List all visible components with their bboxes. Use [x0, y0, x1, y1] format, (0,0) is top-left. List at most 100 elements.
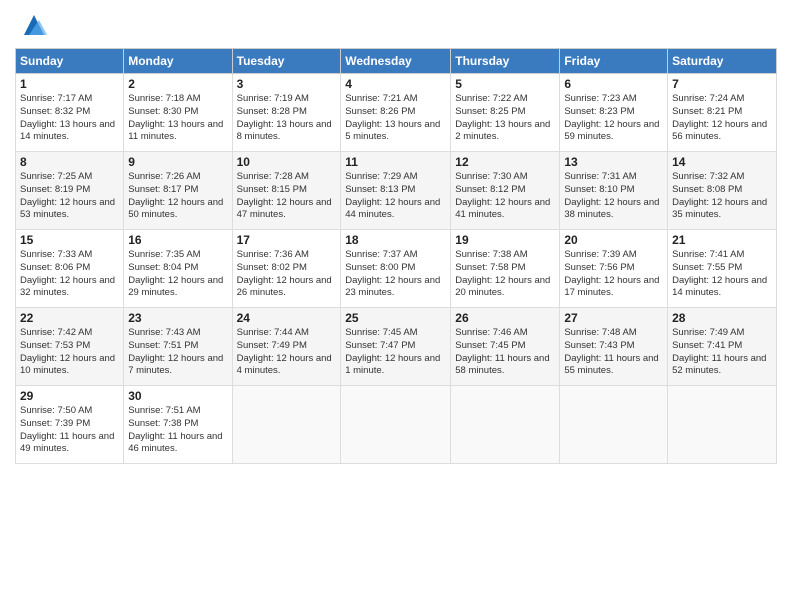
day-info: Sunrise: 7:48 AMSunset: 7:43 PMDaylight:… [564, 327, 663, 378]
col-saturday: Saturday [668, 49, 777, 74]
day-info: Sunrise: 7:46 AMSunset: 7:45 PMDaylight:… [455, 327, 555, 378]
calendar-cell: 17 Sunrise: 7:36 AMSunset: 8:02 PMDayligh… [232, 230, 341, 308]
calendar-cell: 18Sunrise: 7:37 AMSunset: 8:00 PMDayligh… [341, 230, 451, 308]
day-info: Sunrise: 7:25 AMSunset: 8:19 PMDaylight:… [20, 171, 119, 222]
day-info: Sunrise: 7:44 AMSunset: 7:49 PMDaylight:… [237, 327, 337, 378]
calendar-cell [668, 386, 777, 464]
day-number: 28 [672, 311, 772, 325]
col-thursday: Thursday [451, 49, 560, 74]
day-info: Sunrise: 7:51 AMSunset: 7:38 PMDaylight:… [128, 405, 227, 456]
day-info: Sunrise: 7:43 AMSunset: 7:51 PMDaylight:… [128, 327, 227, 378]
calendar-cell [232, 386, 341, 464]
page: Sunday Monday Tuesday Wednesday Thursday… [0, 0, 792, 474]
day-number: 17 [237, 233, 337, 247]
day-number: 1 [20, 77, 119, 91]
week-row-3: 22Sunrise: 7:42 AMSunset: 7:53 PMDayligh… [16, 308, 777, 386]
day-info: Sunrise: 7:23 AMSunset: 8:23 PMDaylight:… [564, 93, 663, 144]
header [15, 10, 777, 40]
day-number: 20 [564, 233, 663, 247]
calendar-cell: 19 Sunrise: 7:38 AMSunset: 7:58 PMDayligh… [451, 230, 560, 308]
day-number: 27 [564, 311, 663, 325]
calendar-cell: 22Sunrise: 7:42 AMSunset: 7:53 PMDayligh… [16, 308, 124, 386]
calendar-cell [451, 386, 560, 464]
week-row-0: 1 Sunrise: 7:17 AMSunset: 8:32 PMDaylight… [16, 74, 777, 152]
calendar-cell: 6 Sunrise: 7:23 AMSunset: 8:23 PMDaylight… [560, 74, 668, 152]
day-number: 5 [455, 77, 555, 91]
day-info: Sunrise: 7:21 AMSunset: 8:26 PMDaylight:… [345, 93, 446, 144]
calendar-cell: 4 Sunrise: 7:21 AMSunset: 8:26 PMDaylight… [341, 74, 451, 152]
calendar-cell: 7 Sunrise: 7:24 AMSunset: 8:21 PMDaylight… [668, 74, 777, 152]
col-sunday: Sunday [16, 49, 124, 74]
day-number: 16 [128, 233, 227, 247]
day-info: Sunrise: 7:19 AMSunset: 8:28 PMDaylight:… [237, 93, 337, 144]
col-wednesday: Wednesday [341, 49, 451, 74]
calendar-cell: 11Sunrise: 7:29 AMSunset: 8:13 PMDayligh… [341, 152, 451, 230]
day-info: Sunrise: 7:17 AMSunset: 8:32 PMDaylight:… [20, 93, 119, 144]
calendar-cell: 9 Sunrise: 7:26 AMSunset: 8:17 PMDaylight… [124, 152, 232, 230]
day-info: Sunrise: 7:33 AMSunset: 8:06 PMDaylight:… [20, 249, 119, 300]
day-number: 8 [20, 155, 119, 169]
calendar-cell: 28 Sunrise: 7:49 AMSunset: 7:41 PMDayligh… [668, 308, 777, 386]
day-info: Sunrise: 7:26 AMSunset: 8:17 PMDaylight:… [128, 171, 227, 222]
day-number: 29 [20, 389, 119, 403]
day-number: 25 [345, 311, 446, 325]
calendar-cell: 1 Sunrise: 7:17 AMSunset: 8:32 PMDaylight… [16, 74, 124, 152]
week-row-1: 8 Sunrise: 7:25 AMSunset: 8:19 PMDaylight… [16, 152, 777, 230]
calendar-cell: 20 Sunrise: 7:39 AMSunset: 7:56 PMDayligh… [560, 230, 668, 308]
calendar-cell: 5 Sunrise: 7:22 AMSunset: 8:25 PMDaylight… [451, 74, 560, 152]
week-row-2: 15Sunrise: 7:33 AMSunset: 8:06 PMDayligh… [16, 230, 777, 308]
day-info: Sunrise: 7:36 AMSunset: 8:02 PMDaylight:… [237, 249, 337, 300]
calendar-table: Sunday Monday Tuesday Wednesday Thursday… [15, 48, 777, 464]
day-number: 6 [564, 77, 663, 91]
day-info: Sunrise: 7:32 AMSunset: 8:08 PMDaylight:… [672, 171, 772, 222]
calendar-cell: 3Sunrise: 7:19 AMSunset: 8:28 PMDaylight… [232, 74, 341, 152]
calendar-cell: 12 Sunrise: 7:30 AMSunset: 8:12 PMDayligh… [451, 152, 560, 230]
day-info: Sunrise: 7:35 AMSunset: 8:04 PMDaylight:… [128, 249, 227, 300]
calendar-cell: 29 Sunrise: 7:50 AMSunset: 7:39 PMDayligh… [16, 386, 124, 464]
calendar-cell: 14 Sunrise: 7:32 AMSunset: 8:08 PMDayligh… [668, 152, 777, 230]
day-info: Sunrise: 7:24 AMSunset: 8:21 PMDaylight:… [672, 93, 772, 144]
day-info: Sunrise: 7:41 AMSunset: 7:55 PMDaylight:… [672, 249, 772, 300]
col-monday: Monday [124, 49, 232, 74]
day-info: Sunrise: 7:22 AMSunset: 8:25 PMDaylight:… [455, 93, 555, 144]
calendar-cell: 8 Sunrise: 7:25 AMSunset: 8:19 PMDaylight… [16, 152, 124, 230]
day-number: 10 [237, 155, 337, 169]
calendar-cell: 26Sunrise: 7:46 AMSunset: 7:45 PMDayligh… [451, 308, 560, 386]
logo-icon [19, 10, 49, 40]
calendar-cell: 30 Sunrise: 7:51 AMSunset: 7:38 PMDayligh… [124, 386, 232, 464]
day-number: 9 [128, 155, 227, 169]
day-info: Sunrise: 7:50 AMSunset: 7:39 PMDaylight:… [20, 405, 119, 456]
day-number: 13 [564, 155, 663, 169]
day-info: Sunrise: 7:45 AMSunset: 7:47 PMDaylight:… [345, 327, 446, 378]
day-info: Sunrise: 7:39 AMSunset: 7:56 PMDaylight:… [564, 249, 663, 300]
day-number: 2 [128, 77, 227, 91]
calendar-cell: 10 Sunrise: 7:28 AMSunset: 8:15 PMDayligh… [232, 152, 341, 230]
day-info: Sunrise: 7:18 AMSunset: 8:30 PMDaylight:… [128, 93, 227, 144]
day-number: 7 [672, 77, 772, 91]
calendar-cell: 21 Sunrise: 7:41 AMSunset: 7:55 PMDayligh… [668, 230, 777, 308]
calendar-cell: 13 Sunrise: 7:31 AMSunset: 8:10 PMDayligh… [560, 152, 668, 230]
day-number: 19 [455, 233, 555, 247]
day-info: Sunrise: 7:49 AMSunset: 7:41 PMDaylight:… [672, 327, 772, 378]
calendar-cell: 15Sunrise: 7:33 AMSunset: 8:06 PMDayligh… [16, 230, 124, 308]
col-tuesday: Tuesday [232, 49, 341, 74]
day-number: 12 [455, 155, 555, 169]
calendar-cell: 27 Sunrise: 7:48 AMSunset: 7:43 PMDayligh… [560, 308, 668, 386]
header-row: Sunday Monday Tuesday Wednesday Thursday… [16, 49, 777, 74]
day-number: 21 [672, 233, 772, 247]
calendar-cell [560, 386, 668, 464]
day-number: 4 [345, 77, 446, 91]
calendar-cell: 16 Sunrise: 7:35 AMSunset: 8:04 PMDayligh… [124, 230, 232, 308]
day-info: Sunrise: 7:28 AMSunset: 8:15 PMDaylight:… [237, 171, 337, 222]
day-info: Sunrise: 7:31 AMSunset: 8:10 PMDaylight:… [564, 171, 663, 222]
calendar-cell: 24Sunrise: 7:44 AMSunset: 7:49 PMDayligh… [232, 308, 341, 386]
day-info: Sunrise: 7:38 AMSunset: 7:58 PMDaylight:… [455, 249, 555, 300]
calendar-cell: 25 Sunrise: 7:45 AMSunset: 7:47 PMDayligh… [341, 308, 451, 386]
day-info: Sunrise: 7:42 AMSunset: 7:53 PMDaylight:… [20, 327, 119, 378]
day-number: 14 [672, 155, 772, 169]
day-info: Sunrise: 7:30 AMSunset: 8:12 PMDaylight:… [455, 171, 555, 222]
week-row-4: 29 Sunrise: 7:50 AMSunset: 7:39 PMDayligh… [16, 386, 777, 464]
calendar-cell: 2 Sunrise: 7:18 AMSunset: 8:30 PMDaylight… [124, 74, 232, 152]
day-number: 30 [128, 389, 227, 403]
day-info: Sunrise: 7:37 AMSunset: 8:00 PMDaylight:… [345, 249, 446, 300]
